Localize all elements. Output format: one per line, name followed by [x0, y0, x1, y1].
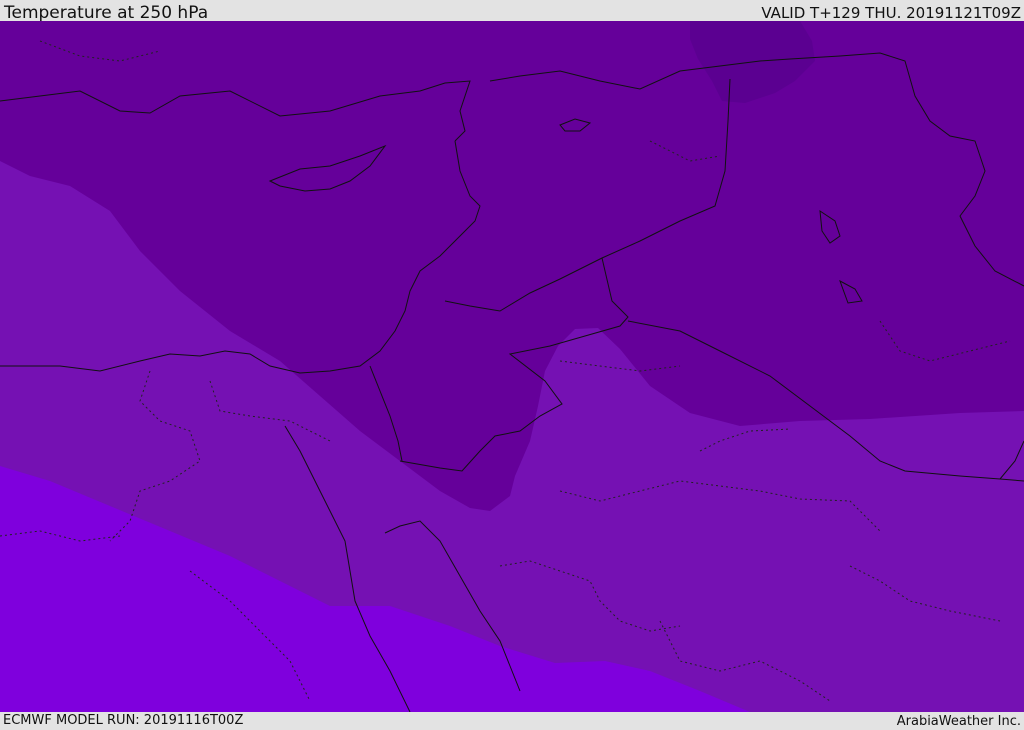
- weather-map: [0, 21, 1024, 712]
- map-title: Temperature at 250 hPa: [4, 3, 209, 23]
- credit: ArabiaWeather Inc.: [896, 714, 1021, 729]
- valid-time: VALID T+129 THU. 20191121T09Z: [761, 4, 1021, 22]
- footer-bar: ECMWF MODEL RUN: 20191116T00Z ArabiaWeat…: [0, 712, 1024, 729]
- model-run: ECMWF MODEL RUN: 20191116T00Z: [3, 713, 244, 728]
- header-bar: Temperature at 250 hPa VALID T+129 THU. …: [0, 0, 1024, 23]
